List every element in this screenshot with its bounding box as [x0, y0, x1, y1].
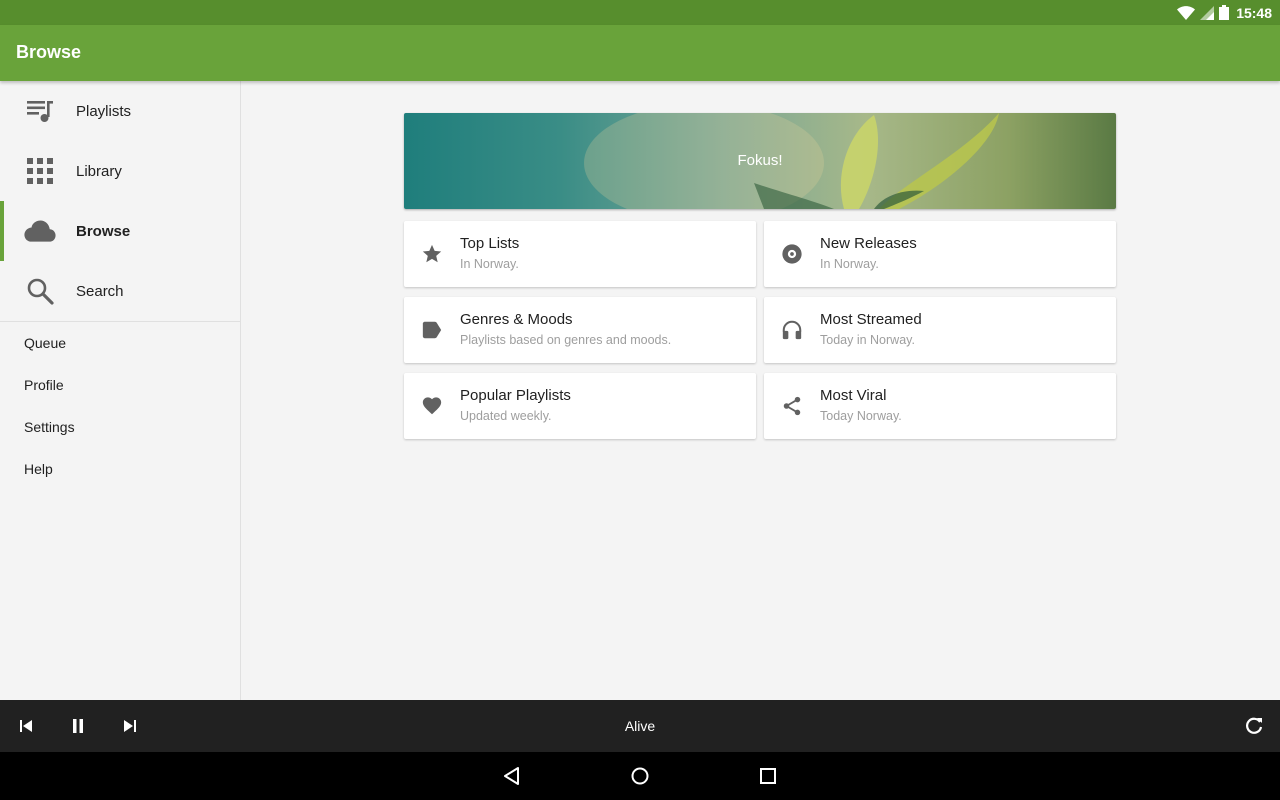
sidebar-item-label: Library — [76, 162, 122, 180]
card-subtitle: In Norway. — [820, 257, 879, 271]
card-title: New Releases — [820, 235, 917, 252]
sidebar-item-browse[interactable]: Browse — [0, 201, 240, 261]
battery-icon — [1219, 5, 1230, 20]
card-subtitle: Today Norway. — [820, 409, 902, 423]
skip-previous-icon — [20, 720, 32, 732]
browse-content: Fokus! Top Lists In Norway. New Releases… — [241, 81, 1280, 700]
status-time: 15:48 — [1236, 4, 1272, 21]
recents-button[interactable] — [756, 764, 780, 788]
card-top-lists[interactable]: Top Lists In Norway. — [404, 221, 756, 287]
back-button[interactable] — [500, 764, 524, 788]
card-subtitle: In Norway. — [460, 257, 519, 271]
card-title: Top Lists — [460, 235, 520, 252]
card-subtitle: Today in Norway. — [820, 333, 915, 347]
sidebar-item-label: Search — [76, 282, 124, 300]
card-subtitle: Updated weekly. — [460, 409, 552, 423]
sidebar-item-library[interactable]: Library — [0, 141, 240, 201]
sidebar-item-label: Playlists — [76, 102, 132, 120]
pause-icon — [73, 719, 83, 733]
card-title: Most Viral — [820, 387, 887, 404]
sidebar-item-search[interactable]: Search — [0, 261, 240, 321]
sidebar-item-label: Browse — [76, 222, 131, 240]
refresh-icon — [1246, 717, 1263, 734]
secondary-nav: Queue Profile Settings Help — [0, 322, 240, 490]
pause-button[interactable] — [66, 714, 90, 738]
repeat-button[interactable] — [1242, 714, 1266, 738]
card-most-streamed[interactable]: Most Streamed Today in Norway. — [764, 297, 1116, 363]
card-title: Most Streamed — [820, 311, 922, 328]
card-genres-moods[interactable]: Genres & Moods Playlists based on genres… — [404, 297, 756, 363]
wifi-icon — [1177, 5, 1196, 20]
sidebar-item-profile[interactable]: Profile — [0, 364, 240, 406]
star-icon — [420, 242, 444, 266]
sidebar-item-playlists[interactable]: Playlists — [0, 81, 240, 141]
search-icon — [24, 276, 56, 306]
signal-icon — [1200, 5, 1215, 20]
playlist-icon — [24, 96, 56, 126]
previous-button[interactable] — [14, 714, 38, 738]
skip-next-icon — [124, 720, 136, 732]
home-icon — [631, 767, 649, 785]
heart-icon — [420, 394, 444, 418]
sidebar-item-help[interactable]: Help — [0, 448, 240, 490]
featured-banner[interactable]: Fokus! — [404, 113, 1116, 209]
now-playing-title[interactable]: Alive — [0, 700, 1280, 752]
card-title: Genres & Moods — [460, 311, 573, 328]
player-bar: Alive — [0, 700, 1280, 752]
card-popular-playlists[interactable]: Popular Playlists Updated weekly. — [404, 373, 756, 439]
banner-label: Fokus! — [737, 152, 783, 169]
tag-icon — [420, 318, 444, 342]
cloud-icon — [24, 216, 56, 246]
home-button[interactable] — [628, 764, 652, 788]
status-icons: 15:48 — [1177, 0, 1272, 25]
app-bar: Browse — [0, 25, 1280, 81]
next-button[interactable] — [118, 714, 142, 738]
recents-icon — [760, 768, 776, 784]
sidebar-item-settings[interactable]: Settings — [0, 406, 240, 448]
sidebar-item-queue[interactable]: Queue — [0, 322, 240, 364]
disc-icon — [780, 242, 804, 266]
share-icon — [780, 394, 804, 418]
card-most-viral[interactable]: Most Viral Today Norway. — [764, 373, 1116, 439]
system-nav-bar — [0, 752, 1280, 800]
card-subtitle: Playlists based on genres and moods. — [460, 333, 672, 347]
status-bar: 15:48 — [0, 0, 1280, 25]
page-title: Browse — [16, 42, 82, 62]
grid-icon — [24, 156, 56, 186]
navigation-drawer: Playlists Library Browse Search Queue Pr… — [0, 81, 241, 700]
back-icon — [504, 767, 519, 785]
card-title: Popular Playlists — [460, 387, 571, 404]
headphones-icon — [780, 318, 804, 342]
card-new-releases[interactable]: New Releases In Norway. — [764, 221, 1116, 287]
